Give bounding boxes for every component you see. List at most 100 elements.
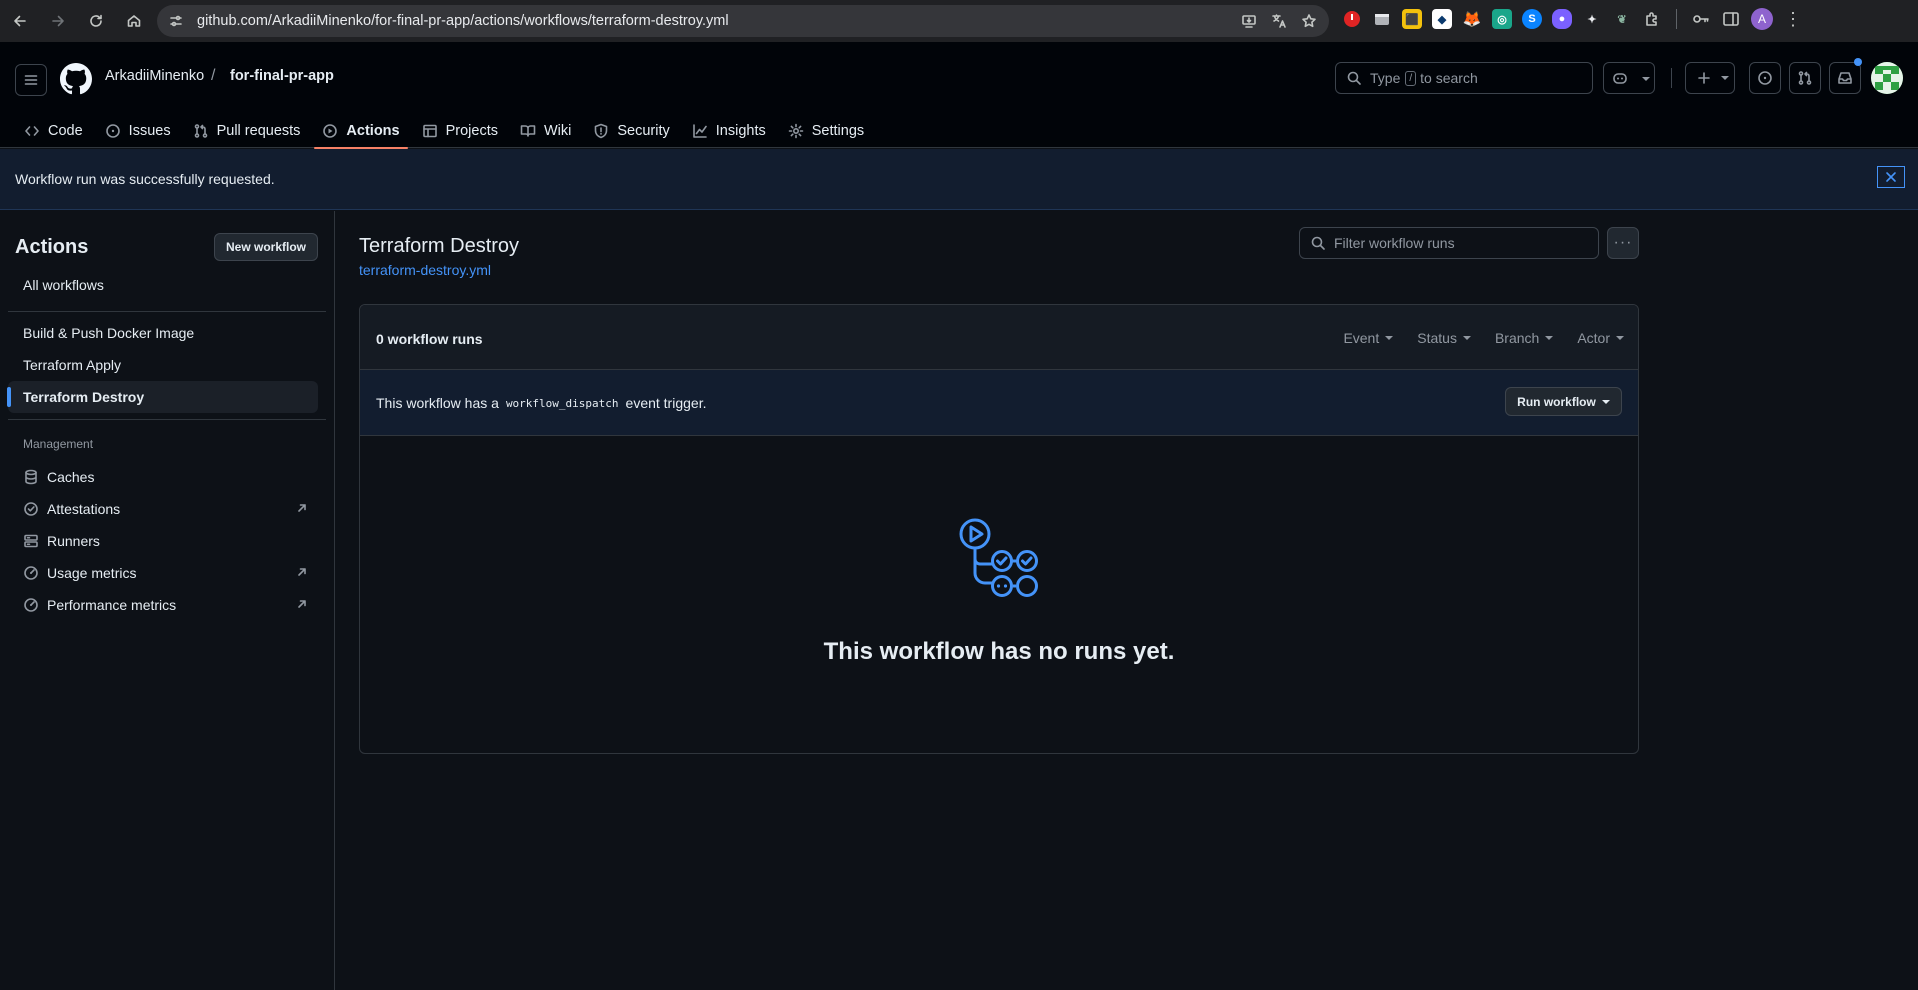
play-icon <box>322 123 338 139</box>
extension-green-icon[interactable]: ◎ <box>1492 9 1512 29</box>
sidebar-item-usage-metrics[interactable]: Usage metrics <box>8 557 318 589</box>
search-shortcut-key: / <box>1405 70 1417 86</box>
sidebar-item-terraform-destroy[interactable]: Terraform Destroy <box>7 381 318 413</box>
extension-cube-icon[interactable]: ◆ <box>1432 9 1452 29</box>
reload-icon[interactable] <box>78 3 114 39</box>
browser-toolbar: github.com/ArkadiiMinenko/for-final-pr-a… <box>0 0 1918 42</box>
inbox-button[interactable] <box>1829 62 1861 94</box>
dispatch-code: workflow_dispatch <box>505 396 619 410</box>
sidebar-item-performance-metrics[interactable]: Performance metrics <box>8 589 318 621</box>
workflow-runs-box: 0 workflow runs Event Status Branch Acto… <box>359 304 1639 754</box>
create-new-button[interactable] <box>1685 62 1735 94</box>
github-logo-icon[interactable] <box>60 63 92 95</box>
dispatch-banner: This workflow has a workflow_dispatch ev… <box>360 370 1638 436</box>
extension-fox-icon[interactable]: 🦊 <box>1462 9 1482 29</box>
extensions-puzzle-icon[interactable] <box>1642 9 1662 29</box>
bookmark-star-icon[interactable] <box>1297 9 1321 33</box>
issues-button[interactable] <box>1749 62 1781 94</box>
back-icon[interactable] <box>2 3 38 39</box>
sidebar-item-label: Caches <box>47 469 95 485</box>
breadcrumb-repo[interactable]: for-final-pr-app <box>230 68 334 84</box>
url-text[interactable]: github.com/ArkadiiMinenko/for-final-pr-a… <box>197 13 729 29</box>
book-icon <box>520 123 536 139</box>
chevron-down-icon <box>1616 336 1624 340</box>
copilot-icon <box>1613 73 1627 84</box>
tab-security-label: Security <box>617 123 670 139</box>
sidebar-item-label: All workflows <box>23 277 104 293</box>
forward-icon[interactable] <box>40 3 76 39</box>
tab-issues-label: Issues <box>128 123 171 139</box>
filter-branch-dropdown[interactable]: Branch <box>1494 330 1554 346</box>
new-workflow-button[interactable]: New workflow <box>214 233 318 261</box>
tab-issues[interactable]: Issues <box>97 114 179 148</box>
kebab-menu-icon[interactable]: ··· <box>1607 227 1639 259</box>
chevron-down-icon <box>1462 336 1471 340</box>
site-info-icon[interactable] <box>161 6 191 36</box>
tab-wiki-label: Wiki <box>543 123 572 139</box>
breadcrumb-owner[interactable]: ArkadiiMinenko <box>105 68 204 84</box>
extension-yellow-icon[interactable]: ⬛ <box>1402 9 1422 29</box>
tab-settings[interactable]: Settings <box>780 114 872 148</box>
sidebar-item-label: Performance metrics <box>47 597 177 613</box>
tab-settings-label: Settings <box>811 123 865 139</box>
sidebar-item-label: Terraform Destroy <box>23 389 145 405</box>
extension-shazam-icon[interactable]: S <box>1522 9 1542 29</box>
translate-icon[interactable] <box>1267 9 1291 33</box>
extension-purple-icon[interactable]: ● <box>1552 9 1572 29</box>
flash-banner: Workflow run was successfully requested. <box>0 149 1918 210</box>
chevron-down-icon <box>1601 399 1610 404</box>
code-icon <box>24 123 40 139</box>
notification-indicator <box>1854 58 1862 66</box>
filter-status-dropdown[interactable]: Status <box>1417 330 1471 346</box>
address-bar[interactable]: github.com/ArkadiiMinenko/for-final-pr-a… <box>157 5 1329 37</box>
sidebar-item-terraform-apply[interactable]: Terraform Apply <box>8 349 318 381</box>
tab-security[interactable]: Security <box>585 114 677 148</box>
tab-actions[interactable]: Actions <box>314 114 408 149</box>
shield-icon <box>593 123 609 139</box>
close-icon[interactable] <box>1877 166 1905 188</box>
sidebar-divider <box>8 311 326 312</box>
profile-avatar[interactable]: A <box>1751 8 1773 30</box>
global-search-input[interactable]: Type / to search <box>1335 62 1593 94</box>
sidebar-item-attestations[interactable]: Attestations <box>8 493 318 525</box>
user-avatar[interactable] <box>1871 62 1903 94</box>
filter-event-dropdown[interactable]: Event <box>1343 330 1394 346</box>
sidebar-item-runners[interactable]: Runners <box>8 525 318 557</box>
pull-requests-button[interactable] <box>1789 62 1821 94</box>
tab-projects[interactable]: Projects <box>414 114 506 148</box>
chrome-menu-icon[interactable]: ⋮ <box>1783 9 1803 30</box>
filter-actor-dropdown[interactable]: Actor <box>1577 330 1624 346</box>
search-placeholder-prefix: Type <box>1370 70 1401 86</box>
sidebar-item-all-workflows[interactable]: All workflows <box>8 269 318 301</box>
search-icon <box>1347 71 1361 85</box>
breadcrumb-separator: / <box>211 67 216 84</box>
password-key-icon[interactable] <box>1691 9 1711 29</box>
filter-actor-label: Actor <box>1577 330 1610 346</box>
tab-wiki[interactable]: Wiki <box>512 114 579 148</box>
install-app-icon[interactable] <box>1237 9 1261 33</box>
dispatch-prefix: This workflow has a <box>376 395 499 411</box>
extension-puzzle-alt-icon[interactable]: ✦ <box>1582 9 1602 29</box>
workflow-graph-icon <box>959 518 1038 597</box>
chevron-down-icon <box>1385 336 1394 340</box>
tab-code[interactable]: Code <box>16 114 91 148</box>
extension-red-icon[interactable] <box>1342 9 1362 29</box>
run-workflow-button[interactable]: Run workflow <box>1505 387 1622 416</box>
home-icon[interactable] <box>116 3 152 39</box>
dispatch-suffix: event trigger. <box>625 395 707 411</box>
tab-insights[interactable]: Insights <box>684 114 774 148</box>
tab-pull-requests[interactable]: Pull requests <box>185 114 309 148</box>
sidebar-item-label: Usage metrics <box>47 565 137 581</box>
filter-branch-label: Branch <box>1494 330 1540 346</box>
side-panel-icon[interactable] <box>1721 9 1741 29</box>
extension-box-icon[interactable] <box>1372 9 1392 29</box>
filter-event-label: Event <box>1343 330 1380 346</box>
extension-leaf-icon[interactable]: ❦ <box>1612 9 1632 29</box>
sidebar-item-caches[interactable]: Caches <box>8 461 318 493</box>
menu-icon[interactable] <box>15 64 47 96</box>
sidebar-item-build-push-docker-image[interactable]: Build & Push Docker Image <box>8 317 318 349</box>
workflow-file-link[interactable]: terraform-destroy.yml <box>359 262 491 278</box>
run-filters: Event Status Branch Actor <box>1343 330 1624 346</box>
filter-workflow-runs-input[interactable]: Filter workflow runs <box>1299 227 1599 259</box>
copilot-dropdown-icon[interactable] <box>1642 77 1650 81</box>
